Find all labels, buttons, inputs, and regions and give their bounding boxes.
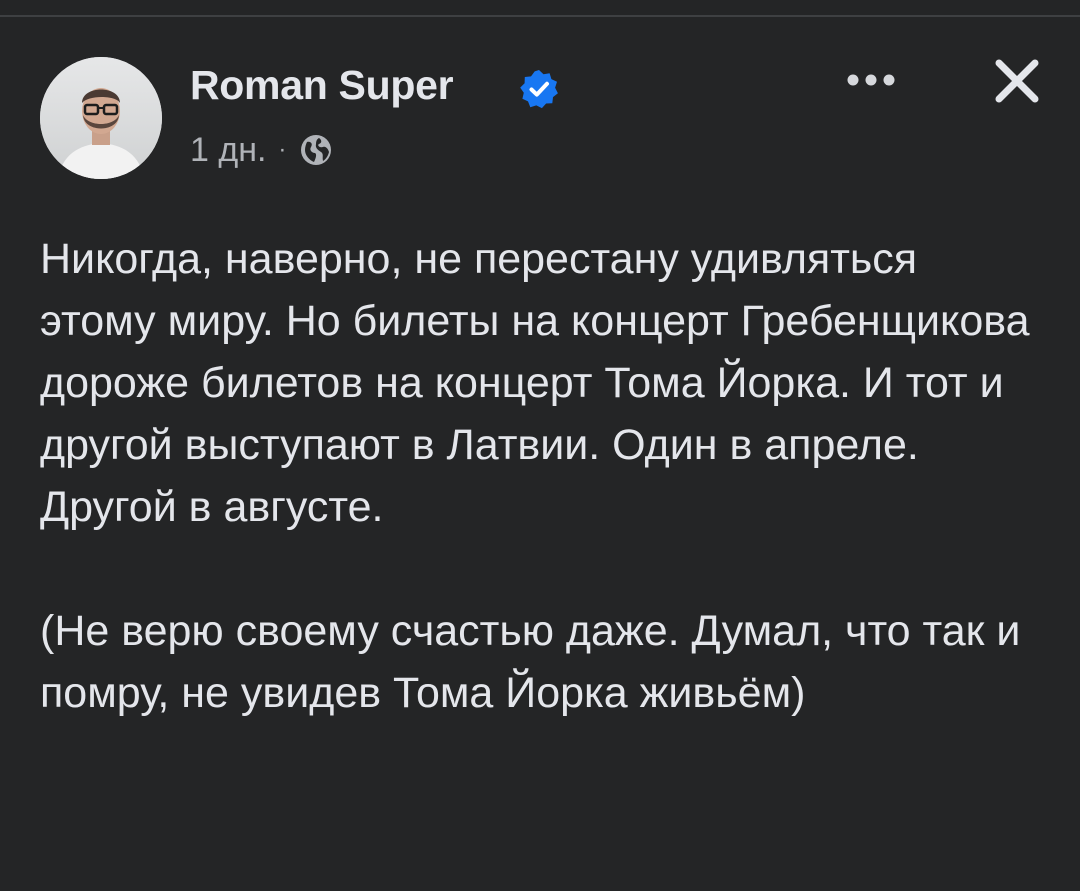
verified-badge-icon	[520, 70, 558, 109]
author-name[interactable]: Roman Super	[190, 62, 454, 109]
post-timestamp[interactable]: 1 дн.	[190, 131, 266, 170]
close-icon[interactable]	[988, 52, 1046, 110]
post-text: Никогда, наверно, не перестану удивлятьс…	[40, 228, 1040, 724]
post-meta: 1 дн. ·	[190, 130, 334, 170]
author-avatar-image	[40, 57, 162, 179]
author-avatar[interactable]	[40, 57, 162, 179]
top-divider	[0, 15, 1080, 17]
globe-icon[interactable]	[298, 132, 334, 168]
more-options-icon[interactable]	[836, 58, 906, 102]
meta-separator: ·	[278, 136, 287, 163]
post-paragraph: Никогда, наверно, не перестану удивлятьс…	[40, 235, 1030, 531]
post-screen: Roman Super 1 дн. · Никогда, наверно, не…	[0, 0, 1080, 891]
post-paragraph: (Не верю своему счастью даже. Думал, что…	[40, 607, 1021, 717]
